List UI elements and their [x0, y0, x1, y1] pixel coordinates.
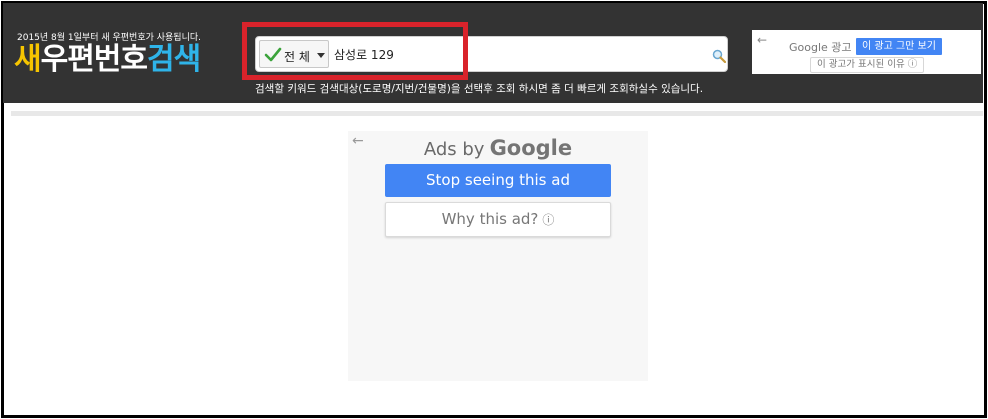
- ads-by-google: Ads by Google: [348, 136, 648, 160]
- back-arrow-icon[interactable]: ←: [757, 33, 767, 47]
- logo-part-search: 검색: [147, 42, 201, 77]
- ad-panel: ← Ads by Google Stop seeing this ad Why …: [348, 131, 648, 381]
- separator: [11, 111, 983, 116]
- ads-by-label: Ads by: [423, 139, 485, 160]
- site-header: 2015년 8월 1일부터 새 우편번호가 사용됩니다. 새우편번호검색 전 체…: [3, 3, 983, 103]
- search-highlight-box: [242, 22, 468, 80]
- why-this-ad-button[interactable]: Why this ad? ⓘ: [385, 202, 611, 237]
- google-logo: Google: [489, 136, 573, 160]
- logo-part-postcode: 우편번호: [40, 42, 148, 77]
- header-ad: ← Google 광고 이 광고 그만 보기 이 광고가 표시된 이유 ⓘ: [752, 30, 981, 74]
- ad-google-label: Google 광고: [789, 41, 852, 54]
- why-ad-button[interactable]: 이 광고가 표시된 이유 ⓘ: [810, 57, 925, 73]
- search-hint: 검색할 키워드 검색대상(도로명/지번/건물명)을 선택후 조회 하시면 좀 더…: [255, 83, 704, 95]
- stop-ad-button[interactable]: 이 광고 그만 보기: [856, 38, 942, 55]
- search-icon[interactable]: [712, 49, 726, 63]
- site-logo[interactable]: 새우편번호검색: [14, 42, 201, 77]
- stop-seeing-ad-button[interactable]: Stop seeing this ad: [385, 164, 611, 197]
- logo-part-new: 새: [14, 42, 42, 77]
- info-icon: ⓘ: [542, 213, 555, 227]
- why-this-ad-label: Why this ad?: [441, 210, 539, 228]
